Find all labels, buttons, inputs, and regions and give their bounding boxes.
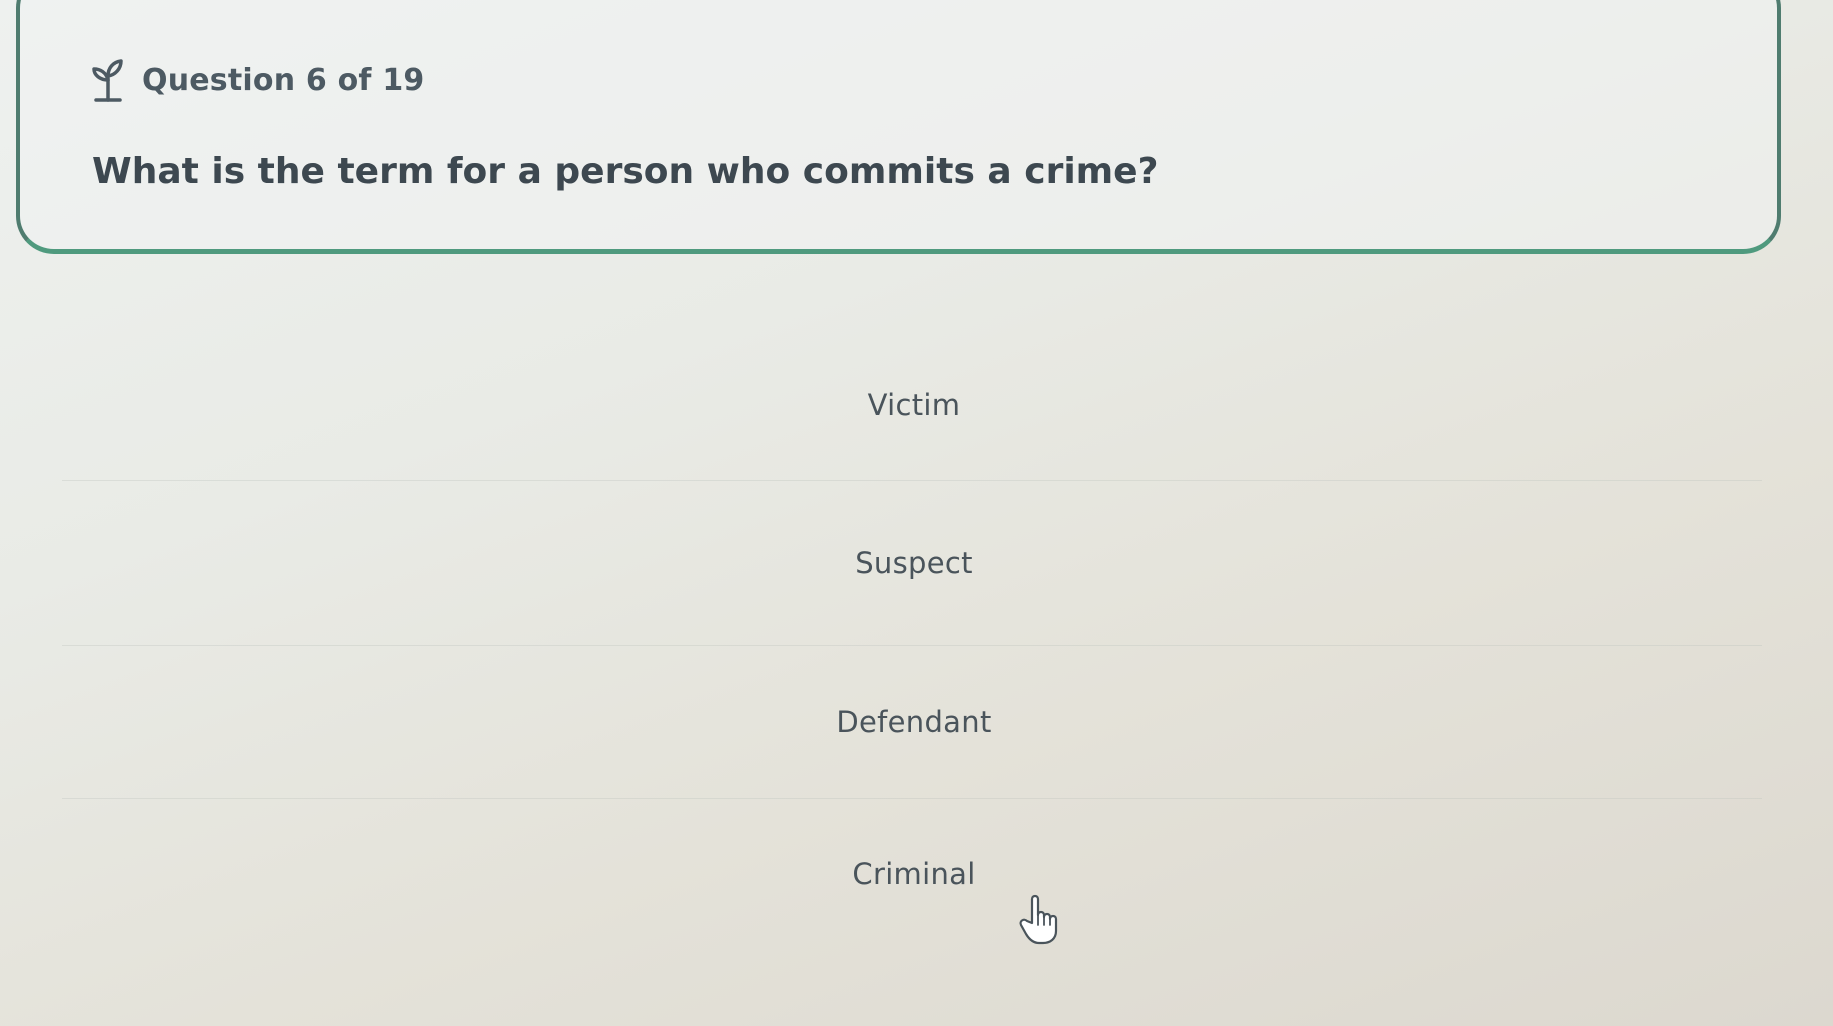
question-header: Question 6 of 19 — [88, 58, 424, 102]
option-label: Suspect — [855, 546, 973, 580]
option-label: Criminal — [852, 857, 976, 891]
option-victim[interactable]: Victim — [62, 330, 1762, 481]
question-card — [16, 0, 1781, 254]
question-text: What is the term for a person who commit… — [92, 151, 1159, 192]
option-label: Victim — [867, 388, 961, 422]
option-defendant[interactable]: Defendant — [62, 646, 1762, 799]
option-suspect[interactable]: Suspect — [62, 481, 1762, 646]
plant-sprout-icon — [92, 59, 123, 102]
option-label: Defendant — [836, 705, 992, 739]
pointer-hand-icon — [1019, 894, 1058, 945]
question-counter: Question 6 of 19 — [142, 62, 425, 98]
option-criminal[interactable]: Criminal — [62, 799, 1762, 949]
answer-options: Victim Suspect Defendant Criminal — [62, 330, 1762, 949]
